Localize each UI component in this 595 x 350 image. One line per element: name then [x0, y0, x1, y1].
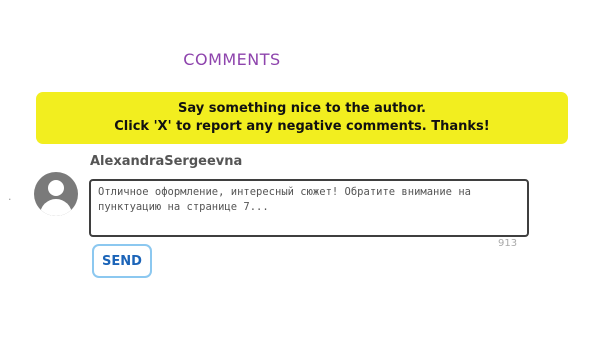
comments-title: COMMENTS: [183, 50, 281, 69]
user-avatar-icon: [34, 172, 78, 216]
comment-username: AlexandraSergeevna: [90, 154, 243, 169]
notice-line-2: Click 'X' to report any negative comment…: [114, 119, 490, 134]
notice-banner: Say something nice to the author. Click …: [36, 92, 568, 144]
comment-input[interactable]: Отличное оформление, интересный сюжет! О…: [89, 179, 529, 237]
send-button[interactable]: SEND: [92, 244, 152, 278]
comments-page: COMMENTS Say something nice to the autho…: [0, 0, 595, 350]
avatar-head: [48, 180, 64, 196]
notice-line-1: Say something nice to the author.: [178, 101, 426, 116]
character-count: 913: [498, 238, 518, 249]
avatar-body: [40, 199, 72, 216]
side-mark: .: [8, 190, 12, 203]
